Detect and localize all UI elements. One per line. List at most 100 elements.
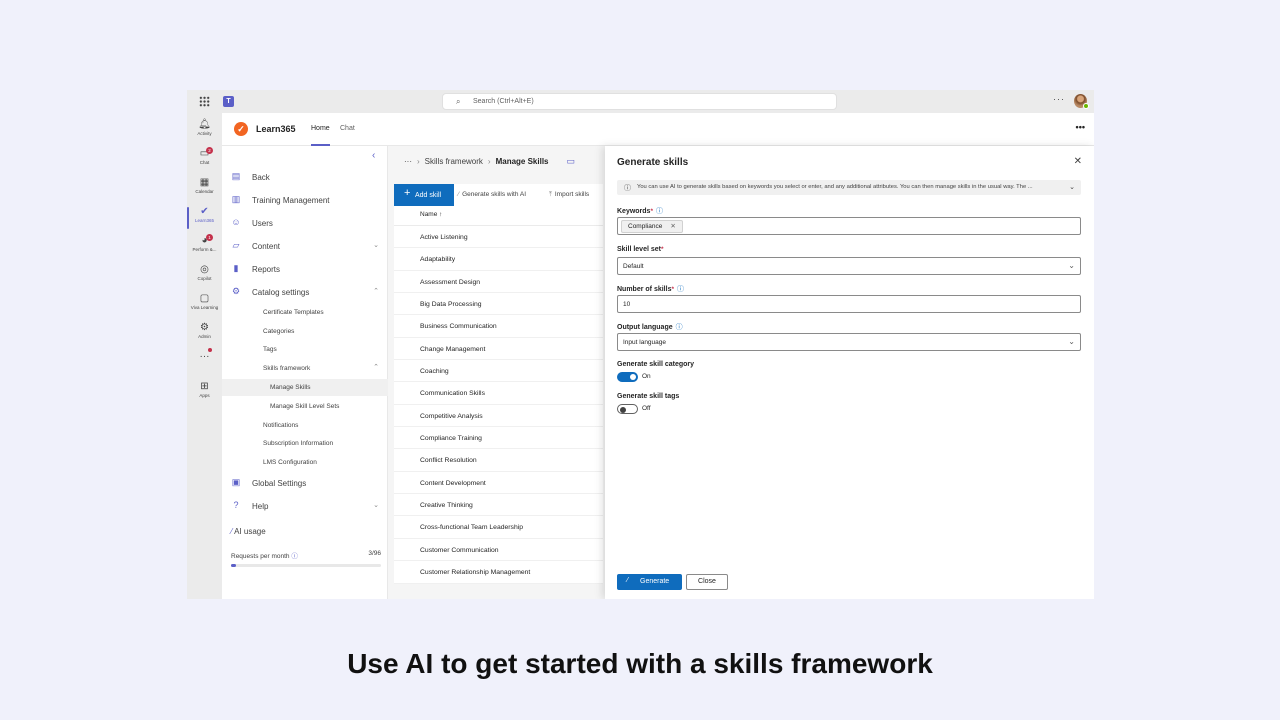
- nav-reports[interactable]: ▮ Reports: [222, 260, 388, 279]
- nav-training-management[interactable]: ▥ Training Management: [222, 191, 388, 210]
- rail-item-more-apps[interactable]: ···: [187, 349, 222, 377]
- learn365-logo-icon: ✓: [234, 122, 248, 136]
- requests-per-month: Requests per month ⓘ 3/96: [231, 550, 381, 560]
- nav-help[interactable]: ? Help ⌄: [222, 497, 388, 516]
- rail-item-viva-learning[interactable]: ▢ Viva Learning: [187, 291, 222, 319]
- nav-users[interactable]: ☺ Users: [222, 214, 388, 233]
- keywords-input[interactable]: Compliance ✕: [617, 217, 1081, 235]
- list-item[interactable]: Customer Communication: [394, 538, 603, 562]
- rail-item-learn365[interactable]: ✔ Learn365: [187, 204, 222, 232]
- list-item[interactable]: Active Listening: [394, 226, 603, 249]
- search-icon: ⌕: [456, 97, 461, 106]
- tab-chat[interactable]: Chat: [340, 125, 355, 132]
- generate-category-state: On: [642, 373, 651, 380]
- list-item[interactable]: Cross-functional Team Leadership: [394, 516, 603, 539]
- list-item[interactable]: Customer Relationship Management: [394, 561, 603, 584]
- skills-toolbar: + Add skill ⁄ Generate skills with AI ⤒ Im…: [394, 184, 603, 206]
- list-item[interactable]: Adaptability: [394, 248, 603, 271]
- skill-level-set-label: Skill level set*: [617, 246, 664, 253]
- collapse-nav-icon[interactable]: ‹: [372, 150, 375, 161]
- more-apps-icon: ···: [199, 351, 210, 362]
- perform-badge: 1: [206, 234, 213, 241]
- nav-categories[interactable]: Categories: [222, 323, 388, 340]
- close-icon[interactable]: ✕: [1074, 156, 1082, 167]
- global-settings-icon: ▣: [231, 477, 241, 487]
- rail-item-activity[interactable]: 🔔︎ Activity: [187, 117, 222, 145]
- rail-item-copilot[interactable]: ◎ Copilot: [187, 262, 222, 290]
- expand-chevron-icon[interactable]: ⌄: [1069, 183, 1075, 191]
- more-options-icon[interactable]: ···: [1053, 94, 1065, 104]
- skills-list: Name ↑ Active Listening Adaptability Asses…: [394, 206, 603, 584]
- bell-icon: 🔔︎: [198, 119, 211, 130]
- comment-icon[interactable]: ▭: [567, 156, 576, 166]
- nav-manage-skill-level-sets[interactable]: Manage Skill Level Sets: [222, 398, 388, 415]
- generate-tags-toggle[interactable]: [617, 404, 638, 414]
- search-box[interactable]: ⌕ Search (Ctrl+Alt+E): [442, 93, 837, 110]
- add-skill-button[interactable]: + Add skill: [394, 184, 454, 206]
- chevron-down-icon: ⌄: [1068, 261, 1075, 270]
- app-more-icon[interactable]: •••: [1076, 122, 1085, 132]
- info-icon[interactable]: ⓘ: [677, 286, 684, 293]
- info-icon[interactable]: ⓘ: [656, 208, 663, 215]
- breadcrumb-skills-framework[interactable]: Skills framework: [425, 157, 483, 166]
- column-header-name[interactable]: Name ↑: [394, 206, 603, 226]
- list-item[interactable]: Conflict Resolution: [394, 449, 603, 472]
- output-language-label: Output language ⓘ: [617, 324, 683, 331]
- rail-item-admin[interactable]: ⚙ Admin: [187, 320, 222, 348]
- rail-item-chat[interactable]: ▭ 2 Chat: [187, 146, 222, 174]
- rail-item-calendar[interactable]: ▦ Calendar: [187, 175, 222, 203]
- generate-button[interactable]: ⁄ Generate: [617, 574, 682, 590]
- rail-item-perform[interactable]: ◕ 1 Perform &...: [187, 233, 222, 261]
- nav-manage-skills[interactable]: Manage Skills: [222, 379, 388, 396]
- calendar-icon: ▦: [199, 177, 210, 188]
- chevron-up-icon: ⌃: [373, 288, 379, 295]
- output-language-select[interactable]: Input language ⌄: [617, 333, 1081, 351]
- teams-logo-icon: T: [223, 96, 234, 107]
- user-avatar[interactable]: [1074, 94, 1089, 109]
- training-icon: ▥: [231, 194, 241, 204]
- list-item[interactable]: Big Data Processing: [394, 293, 603, 316]
- close-button[interactable]: Close: [686, 574, 728, 590]
- nav-tags[interactable]: Tags: [222, 341, 388, 358]
- list-item[interactable]: Compliance Training: [394, 427, 603, 450]
- required-marker: *: [671, 286, 674, 293]
- nav-notifications[interactable]: Notifications: [222, 417, 388, 434]
- import-skills-button[interactable]: ⤒ Import skills: [549, 191, 589, 199]
- gear-icon: ⚙: [231, 286, 241, 296]
- nav-subscription-information[interactable]: Subscription Information: [222, 435, 388, 452]
- nav-skills-framework[interactable]: Skills framework ⌃: [222, 360, 388, 377]
- page-title: Manage Skills: [495, 157, 549, 166]
- nav-certificate-templates[interactable]: Certificate Templates: [222, 304, 388, 321]
- nav-content[interactable]: ▱ Content ⌄: [222, 237, 388, 256]
- nav-back[interactable]: ▤ Back: [222, 168, 388, 187]
- rail-item-apps[interactable]: ⊞ Apps: [187, 379, 222, 407]
- info-icon[interactable]: ⓘ: [291, 553, 298, 560]
- list-item[interactable]: Creative Thinking: [394, 494, 603, 517]
- requests-progress-fill: [231, 564, 236, 567]
- skill-level-set-select[interactable]: Default ⌄: [617, 257, 1081, 275]
- info-icon[interactable]: ⓘ: [676, 324, 683, 331]
- list-item[interactable]: Coaching: [394, 360, 603, 383]
- app-launcher-icon[interactable]: [199, 96, 210, 107]
- tab-home[interactable]: Home: [311, 125, 330, 146]
- remove-tag-icon[interactable]: ✕: [670, 223, 675, 230]
- nav-lms-configuration[interactable]: LMS Configuration: [222, 454, 388, 471]
- search-placeholder: Search (Ctrl+Alt+E): [473, 98, 534, 105]
- list-item[interactable]: Assessment Design: [394, 270, 603, 294]
- generate-skills-panel: Generate skills ✕ ⓘ You can use AI to ge…: [605, 146, 1094, 599]
- number-of-skills-input[interactable]: 10: [617, 295, 1081, 313]
- learn365-icon: ✔: [200, 206, 209, 217]
- keyword-tag: Compliance ✕: [621, 220, 683, 233]
- breadcrumb-ellipsis[interactable]: ···: [404, 157, 412, 166]
- copilot-icon: ◎: [200, 264, 209, 275]
- nav-global-settings[interactable]: ▣ Global Settings: [222, 474, 388, 493]
- list-item[interactable]: Business Communication: [394, 315, 603, 338]
- list-item[interactable]: Communication Skills: [394, 382, 603, 405]
- generate-category-toggle[interactable]: [617, 372, 638, 382]
- generate-skills-ai-button[interactable]: ⁄ Generate skills with AI: [458, 191, 526, 198]
- number-of-skills-label: Number of skills* ⓘ: [617, 286, 684, 293]
- list-item[interactable]: Competitive Analysis: [394, 404, 603, 428]
- list-item[interactable]: Change Management: [394, 337, 603, 361]
- nav-catalog-settings[interactable]: ⚙ Catalog settings ⌃: [222, 283, 388, 302]
- list-item[interactable]: Content Development: [394, 471, 603, 495]
